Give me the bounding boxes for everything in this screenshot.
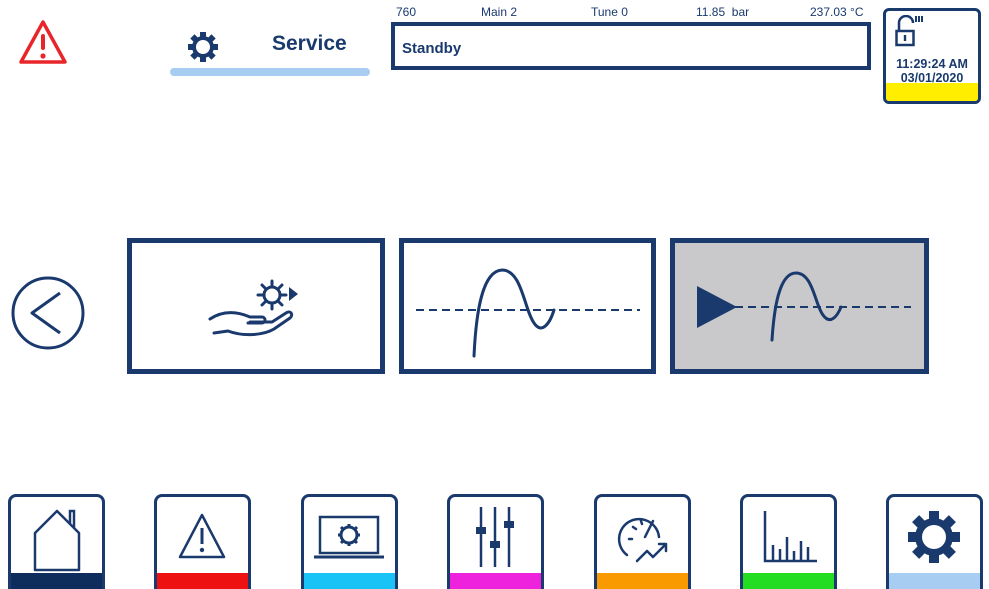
nav-performance-button[interactable]: [594, 494, 691, 589]
tuning-curve-icon: [416, 268, 640, 358]
nav-statistics-button[interactable]: [740, 494, 837, 589]
login-clock-button[interactable]: 11:29:24 AM 03/01/2020: [883, 8, 981, 104]
alarm-icon: [178, 513, 226, 559]
nav-machine-settings-color-bar: [304, 573, 395, 589]
bar-chart-icon: [763, 511, 817, 563]
nav-parameters-button[interactable]: [447, 494, 544, 589]
play-tuning-curve-icon: [697, 271, 911, 342]
hand-gear-icon: [208, 279, 298, 337]
status-values-row: 760 Main 2 Tune 0 11.85 bar 237.03 °C: [396, 5, 876, 21]
alarm-warning-icon[interactable]: [18, 18, 68, 68]
status-message-box: Standby: [391, 22, 871, 70]
gauge-trend-icon: [617, 517, 668, 563]
sliders-icon: [476, 507, 514, 567]
nav-service-color-bar: [889, 573, 980, 589]
status-value-temperature: 237.03 °C: [810, 5, 864, 19]
nav-statistics-color-bar: [743, 573, 834, 589]
laptop-gear-icon: [314, 515, 384, 559]
status-value-count: 760: [396, 5, 417, 19]
nav-alarms-button[interactable]: [154, 494, 251, 589]
back-button[interactable]: [10, 275, 86, 351]
clock-time: 11:29:24 AM: [896, 57, 968, 71]
nav-home-button[interactable]: [8, 494, 105, 589]
gear-icon: [908, 511, 960, 563]
nav-service-button[interactable]: [886, 494, 983, 589]
status-text: Standby: [402, 40, 462, 57]
tab-service[interactable]: Service: [170, 22, 370, 76]
status-value-tune: Tune 0: [591, 5, 628, 19]
tile-tuning-curve[interactable]: [399, 238, 656, 374]
unlocked-padlock-icon: [895, 15, 923, 47]
tab-active-indicator: [170, 68, 370, 76]
tab-service-label: Service: [272, 32, 347, 55]
nav-performance-color-bar: [597, 573, 688, 589]
nav-home-color-bar: [11, 573, 102, 589]
home-icon: [33, 509, 81, 572]
status-value-pressure: 11.85 bar: [696, 5, 750, 19]
gear-icon: [188, 32, 218, 62]
tile-manual-service[interactable]: [127, 238, 385, 374]
status-value-main: Main 2: [481, 5, 518, 19]
nav-parameters-color-bar: [450, 573, 541, 589]
user-level-strip: [886, 83, 978, 101]
nav-alarms-color-bar: [157, 573, 248, 589]
nav-machine-settings-button[interactable]: [301, 494, 398, 589]
tile-start-tuning[interactable]: [670, 238, 929, 374]
chevron-left-circle-icon: [11, 276, 85, 350]
